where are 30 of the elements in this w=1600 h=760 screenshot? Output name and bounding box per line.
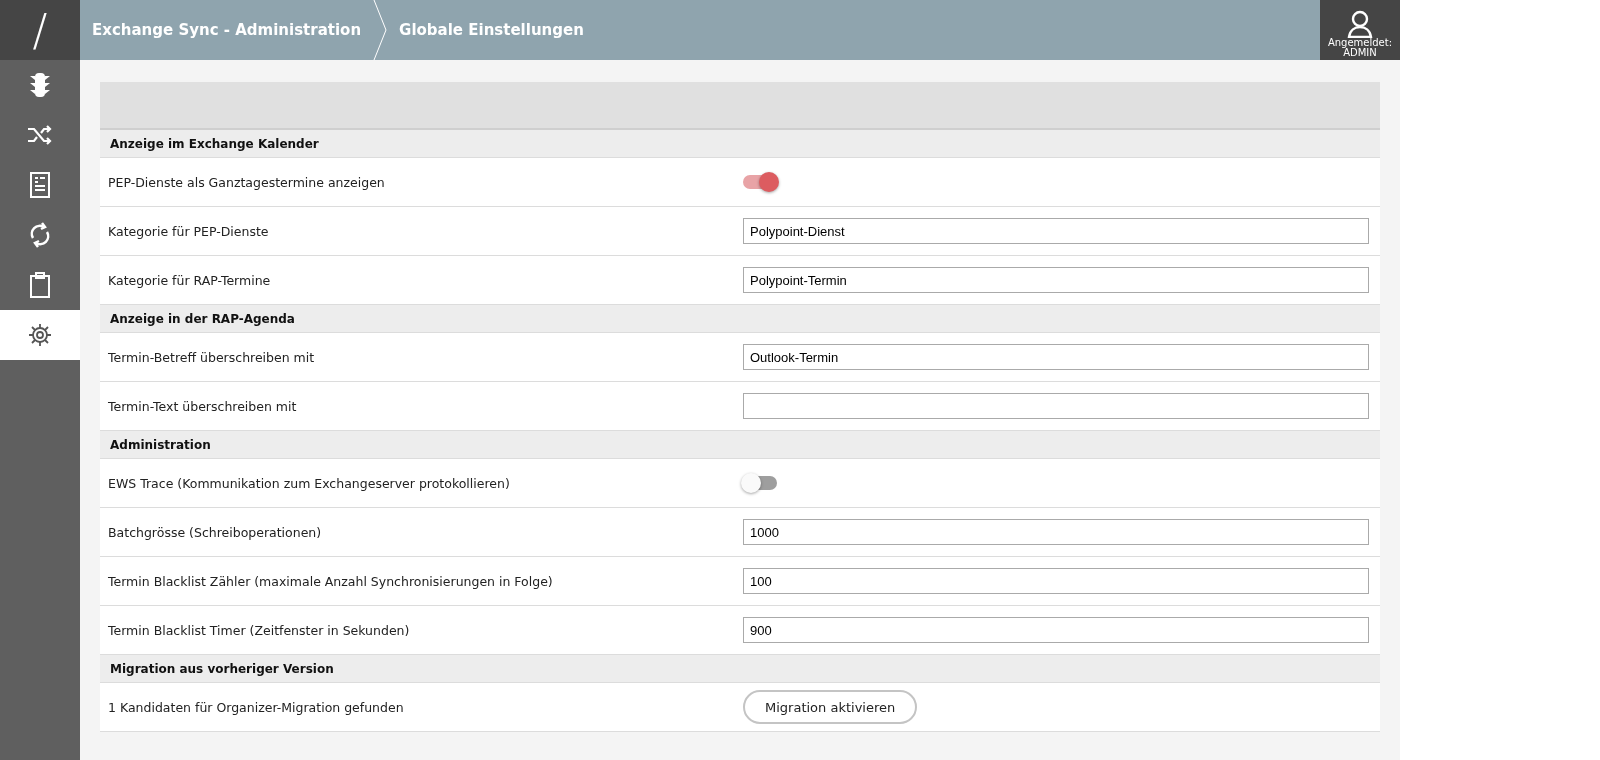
setting-label: PEP-Dienste als Ganztagestermine anzeigen [108,174,386,190]
user-panel[interactable]: Angemeldet: ADMIN [1320,0,1400,60]
gear-icon[interactable] [0,310,80,360]
user-icon [1347,10,1373,38]
logo[interactable]: / [0,0,80,60]
input-field[interactable]: 900 [743,617,1369,643]
input-field[interactable]: Polypoint-Termin [743,267,1369,293]
setting-label: Kategorie für RAP-Termine [108,272,272,288]
activate-button[interactable]: Migration aktivieren [743,690,918,724]
setting-label: Termin Blacklist Zähler (maximale Anzahl Synchronisierungen in Folge) [108,573,554,589]
user-name: ADMIN [1343,48,1377,58]
section-header: Administration [100,431,1380,459]
setting-label: 1 Kandidaten für Organizer-Migration gefunden [108,699,405,715]
input-field[interactable]: 100 [743,568,1369,594]
input-field[interactable]: Polypoint-Dienst [743,218,1369,244]
setting-label: Termin Blacklist Timer (Zeitfenster in Sekunden) [108,622,411,638]
user-label: Angemeldet: [1327,38,1393,48]
setting-label: Batchgrösse (Schreiboperationen) [108,524,323,540]
setting-label: Kategorie für PEP-Dienste [108,223,270,239]
input-field[interactable]: Outlook-Termin [743,344,1369,370]
input-field[interactable]: 1000 [743,519,1369,545]
setting-label: EWS Trace (Kommunikation zum Exchangeserver protokollieren) [108,475,511,491]
setting-label: Termin-Betreff überschreiben mit [108,349,316,365]
section-header: Migration aus vorheriger Version [100,655,1380,683]
section-header: Anzeige im Exchange Kalender [100,130,1380,158]
toggle-switch[interactable] [743,476,777,490]
setting-label: Termin-Text überschreiben mit [108,398,298,414]
toggle-switch[interactable] [743,175,777,189]
section-header: Anzeige in der RAP-Agenda [100,305,1380,333]
input-field[interactable] [743,393,1369,419]
